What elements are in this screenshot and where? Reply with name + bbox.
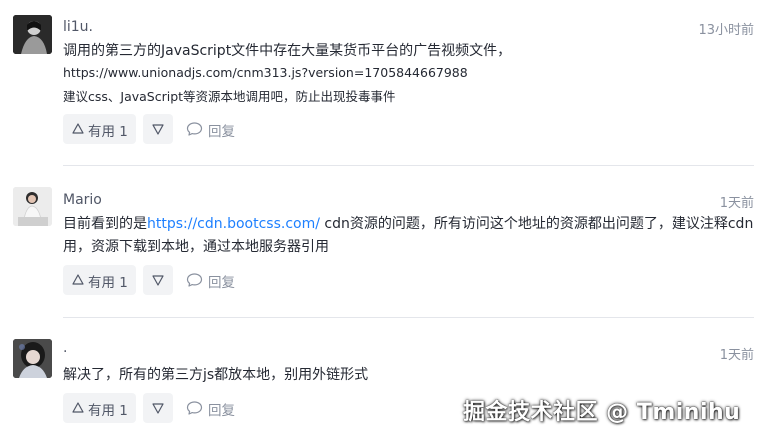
reply-button[interactable]: 回复	[186, 393, 246, 423]
avatar[interactable]	[13, 339, 52, 378]
avatar[interactable]	[13, 187, 52, 226]
upvote-triangle-icon	[72, 402, 84, 413]
reply-label: 回复	[208, 403, 235, 419]
reply-button[interactable]: 回复	[186, 265, 246, 295]
comment-text-line: 建议css、JavaScript等资源本地调用吧，防止出现投毒事件	[63, 89, 396, 104]
comment-text-line: 解决了，所有的第三方js都放本地，别用外链形式	[63, 367, 369, 383]
avatar[interactable]	[13, 15, 52, 54]
comment-text-line: https://www.unionadjs.com/cnm313.js?vers…	[63, 65, 468, 80]
comment-link[interactable]: https://cdn.bootcss.com/	[147, 216, 320, 232]
useful-button[interactable]: 有用 1	[63, 393, 136, 423]
comment-item: li1u. 13小时前 调用的第三方的JavaScript文件中存在大量某货币平…	[0, 0, 766, 166]
upvote-triangle-icon	[72, 274, 84, 285]
username[interactable]: li1u.	[63, 19, 93, 35]
upvote-triangle-icon	[72, 123, 84, 134]
comment-text-line: 用，资源下载到本地，通过本地服务器引用	[63, 239, 329, 255]
useful-label: 有用 1	[88, 403, 128, 419]
comment-time: 1天前	[719, 196, 754, 211]
downvote-triangle-icon	[152, 275, 164, 286]
reply-button[interactable]: 回复	[186, 114, 246, 144]
comment-bubble-icon	[186, 401, 203, 415]
useful-label: 有用 1	[88, 275, 128, 291]
comment-time: 1天前	[719, 348, 754, 363]
username[interactable]: Mario	[63, 192, 102, 208]
reply-label: 回复	[208, 124, 235, 140]
downvote-button[interactable]	[143, 265, 173, 295]
useful-button[interactable]: 有用 1	[63, 114, 136, 144]
comment-bubble-icon	[186, 122, 203, 136]
watermark: 掘金技术社区 @ Tminihu	[463, 400, 741, 425]
downvote-triangle-icon	[152, 124, 164, 135]
comment-bubble-icon	[186, 273, 203, 287]
downvote-triangle-icon	[152, 403, 164, 414]
useful-label: 有用 1	[88, 124, 128, 140]
comment-text-line: 调用的第三方的JavaScript文件中存在大量某货币平台的广告视频文件，	[63, 43, 512, 59]
downvote-button[interactable]	[143, 393, 173, 423]
comment-item: Mario 1天前 目前看到的是https://cdn.bootcss.com/…	[0, 166, 766, 318]
comment-text: cdn资源的问题，所有访问这个地址的资源都出问题了，建议注释cdn引	[319, 216, 754, 232]
comment-time: 13小时前	[698, 23, 754, 38]
comment-text: 目前看到的是	[63, 216, 147, 232]
downvote-button[interactable]	[143, 114, 173, 144]
username[interactable]: .	[63, 340, 67, 356]
comment-text-line: 目前看到的是https://cdn.bootcss.com/ cdn资源的问题，…	[63, 213, 754, 235]
useful-button[interactable]: 有用 1	[63, 265, 136, 295]
reply-label: 回复	[208, 275, 235, 291]
